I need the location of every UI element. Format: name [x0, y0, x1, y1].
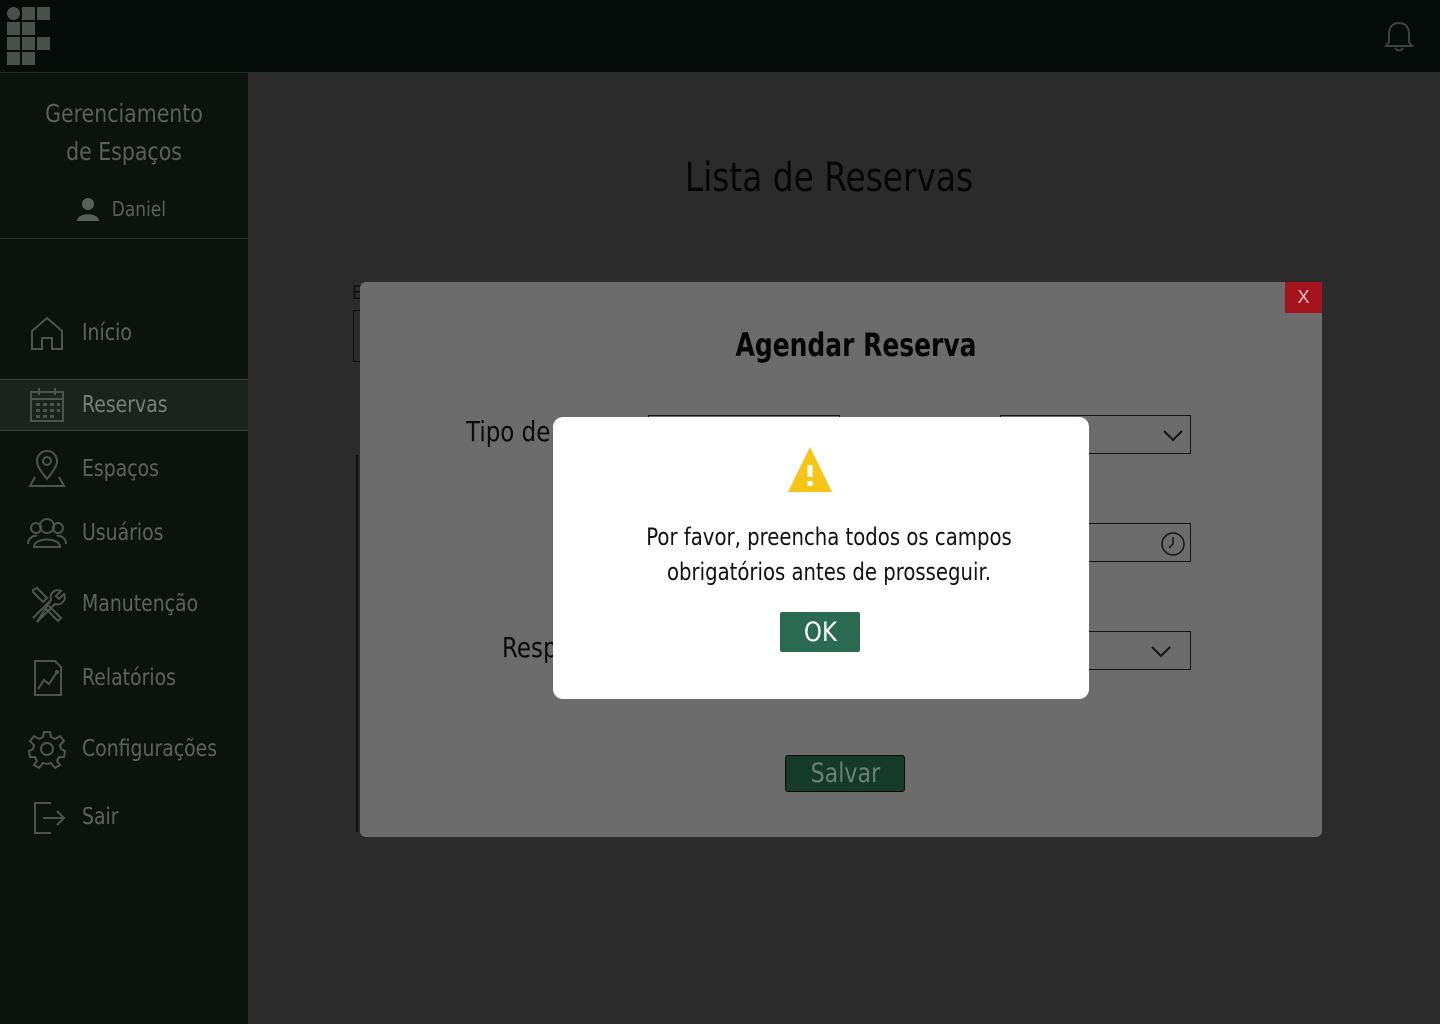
brand-line-1: Gerenciamento [45, 99, 203, 128]
save-button[interactable]: Salvar [785, 755, 905, 792]
chevron-down-icon [1151, 646, 1171, 658]
sidebar-item-sair[interactable]: Sair [0, 791, 248, 843]
top-bar [0, 0, 1440, 72]
warning-icon [788, 447, 832, 492]
calendar-icon [30, 388, 64, 422]
sidebar-item-label: Reservas [82, 392, 168, 418]
logo [7, 7, 51, 65]
save-button-label: Salvar [810, 758, 880, 789]
sidebar: Gerenciamento de Espaços Daniel Início R… [0, 72, 248, 1024]
modal-title: Agendar Reserva [735, 326, 977, 364]
alert-message-line-2: obrigatórios antes de prosseguir. [666, 558, 992, 586]
user-info[interactable]: Daniel [0, 197, 248, 221]
sidebar-item-configuracoes[interactable]: Configurações [0, 723, 248, 775]
tipo-field-label: Tipo de [466, 415, 551, 448]
sidebar-item-label: Sair [82, 804, 119, 830]
notification-bell-icon[interactable] [1382, 20, 1416, 54]
close-button[interactable]: X [1285, 282, 1322, 313]
home-icon [31, 316, 63, 350]
gear-icon [27, 731, 67, 769]
sidebar-item-manutencao[interactable]: Manutenção [0, 578, 248, 630]
logout-icon [34, 802, 66, 834]
sidebar-item-espacos[interactable]: Espaços [0, 443, 248, 495]
sidebar-item-label: Usuários [82, 520, 164, 546]
sidebar-item-reservas[interactable]: Reservas [0, 379, 248, 431]
sidebar-item-relatorios[interactable]: Relatórios [0, 652, 248, 704]
sidebar-item-label: Espaços [82, 456, 160, 482]
sidebar-item-label: Configurações [82, 736, 218, 762]
user-icon [77, 198, 100, 221]
responsavel-field-label: Resp [502, 631, 558, 664]
chevron-down-icon [1163, 430, 1183, 442]
app-brand: Gerenciamento de Espaços [22, 95, 225, 171]
ok-button[interactable]: OK [780, 612, 860, 652]
user-name: Daniel [111, 197, 167, 221]
brand-line-2: de Espaços [66, 137, 182, 166]
clock-icon[interactable] [1160, 531, 1186, 557]
users-icon [27, 518, 67, 548]
sidebar-item-label: Início [82, 320, 132, 346]
ok-button-label: OK [803, 616, 837, 648]
alert-message: Por favor, preencha todos os campos obri… [603, 520, 1056, 590]
sidebar-item-usuarios[interactable]: Usuários [0, 507, 248, 559]
sidebar-item-label: Relatórios [82, 665, 176, 691]
divider [0, 238, 248, 239]
page-title: Lista de Reservas [684, 155, 974, 201]
sidebar-item-label: Manutenção [82, 591, 199, 617]
tools-icon [32, 586, 66, 623]
sidebar-item-inicio[interactable]: Início [0, 307, 248, 359]
map-pin-icon [28, 450, 66, 487]
alert-message-line-1: Por favor, preencha todos os campos [646, 523, 1012, 551]
report-chart-icon [34, 660, 62, 696]
